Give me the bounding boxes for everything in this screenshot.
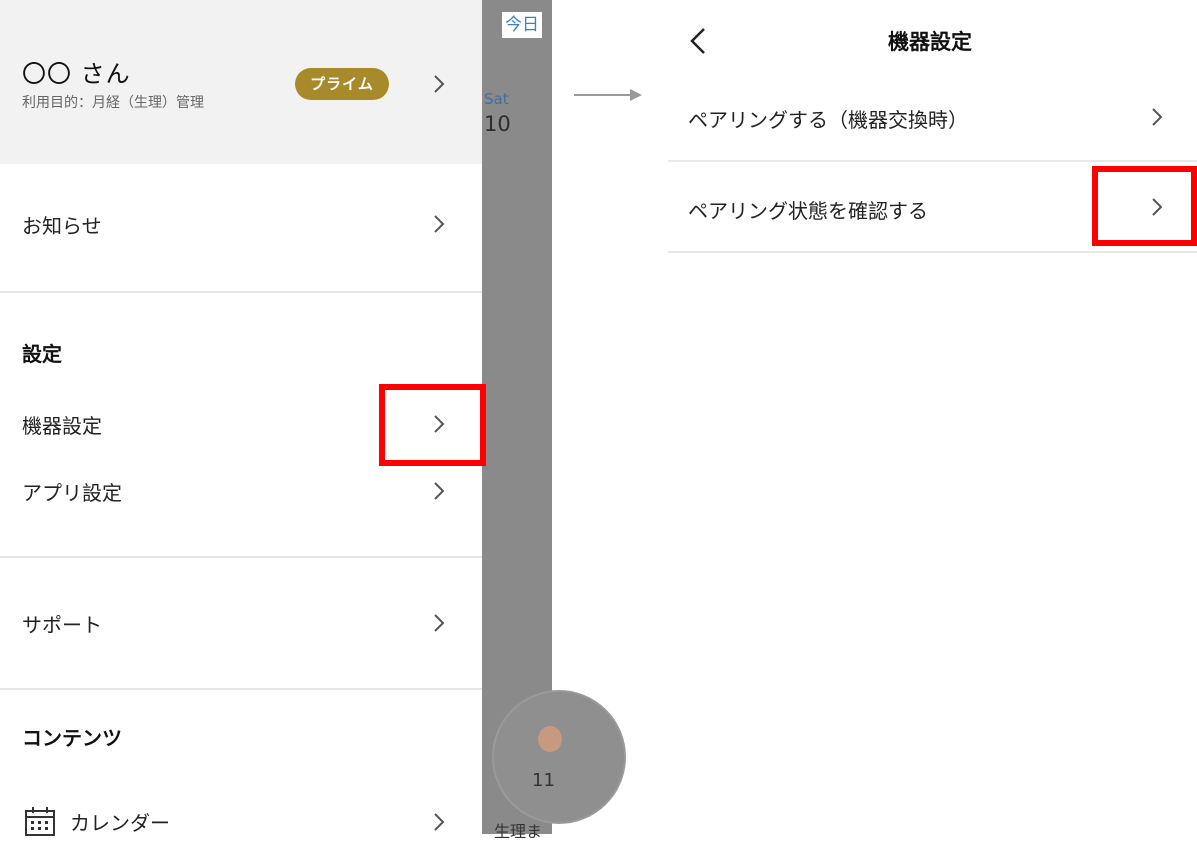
page-title: 機器設定: [888, 30, 972, 54]
chevron-right-icon: [433, 613, 445, 633]
divider: [0, 688, 482, 690]
weekday-label: Sat: [484, 90, 509, 108]
divider: [0, 291, 482, 293]
chevron-left-icon[interactable]: [688, 26, 708, 56]
chevron-right-icon: [433, 74, 445, 94]
cycle-day-number: 11: [532, 770, 555, 791]
highlight-box: [1092, 166, 1197, 246]
chevron-right-icon: [433, 214, 445, 234]
arrow-right-icon: [574, 86, 644, 104]
divider: [668, 251, 1197, 253]
today-button[interactable]: 今日: [502, 12, 542, 38]
highlight-box: [379, 384, 486, 466]
support-label: サポート: [22, 613, 102, 637]
contents-section-title: コンテンツ: [22, 726, 122, 750]
notifications-label: お知らせ: [22, 214, 102, 238]
pairing-label: ペアリングする（機器交換時）: [688, 108, 968, 132]
calendar-icon: [24, 806, 56, 836]
prime-badge: プライム: [295, 68, 389, 100]
device-settings-label: 機器設定: [22, 414, 102, 438]
profile-header[interactable]: 〇〇 さん 利用目的：月経（生理）管理 プライム: [0, 0, 482, 164]
calendar-label: カレンダー: [70, 811, 170, 835]
chevron-right-icon: [433, 481, 445, 501]
chevron-right-icon: [1151, 107, 1163, 127]
cycle-circle: [492, 690, 626, 824]
day-number: 10: [484, 112, 511, 136]
period-text: 生理ま: [494, 822, 543, 841]
user-purpose: 利用目的：月経（生理）管理: [22, 95, 204, 111]
divider: [668, 160, 1197, 162]
app-settings-label: アプリ設定: [22, 481, 122, 505]
cycle-marker: [538, 726, 562, 752]
divider: [0, 556, 482, 558]
chevron-right-icon: [433, 812, 445, 832]
check-pairing-status-label: ペアリング状態を確認する: [688, 199, 928, 223]
user-name: 〇〇 さん: [22, 60, 131, 88]
settings-section-title: 設定: [22, 342, 62, 366]
